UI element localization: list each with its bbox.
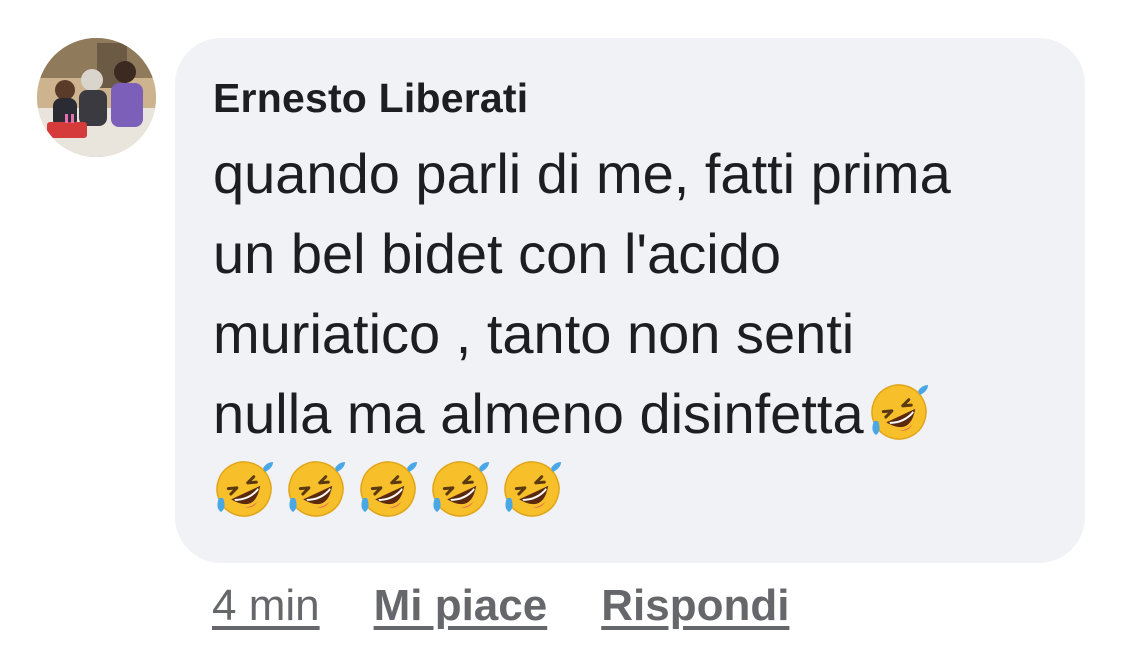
rolling-on-the-floor-laughing-icon <box>868 381 930 443</box>
comment-timestamp[interactable]: 4 min <box>212 578 320 634</box>
comment-bubble: Ernesto Liberati quando parli di me, fat… <box>175 38 1085 563</box>
comment-actions: 4 min Mi piace Rispondi <box>212 578 789 634</box>
rolling-on-the-floor-laughing-icon <box>285 458 347 520</box>
comment-text-line-last: nulla ma almeno disinfetta <box>213 374 1047 454</box>
rolling-on-the-floor-laughing-icon <box>501 458 563 520</box>
avatar-photo <box>37 38 156 157</box>
comment-text-line: muriatico , tanto non senti <box>213 302 855 365</box>
reply-button[interactable]: Rispondi <box>601 578 789 634</box>
avatar[interactable] <box>37 38 156 157</box>
rolling-on-the-floor-laughing-icon <box>213 458 275 520</box>
comment-text: nulla ma almeno disinfetta <box>213 382 864 445</box>
rolling-on-the-floor-laughing-icon <box>357 458 419 520</box>
rolling-on-the-floor-laughing-icon <box>429 458 491 520</box>
comment-text-line: un bel bidet con l'acido <box>213 222 781 285</box>
like-button[interactable]: Mi piace <box>374 578 548 634</box>
comment-text-line: quando parli di me, fatti prima <box>213 142 951 205</box>
emoji-row <box>213 458 1047 538</box>
comment-author[interactable]: Ernesto Liberati <box>213 72 1047 124</box>
